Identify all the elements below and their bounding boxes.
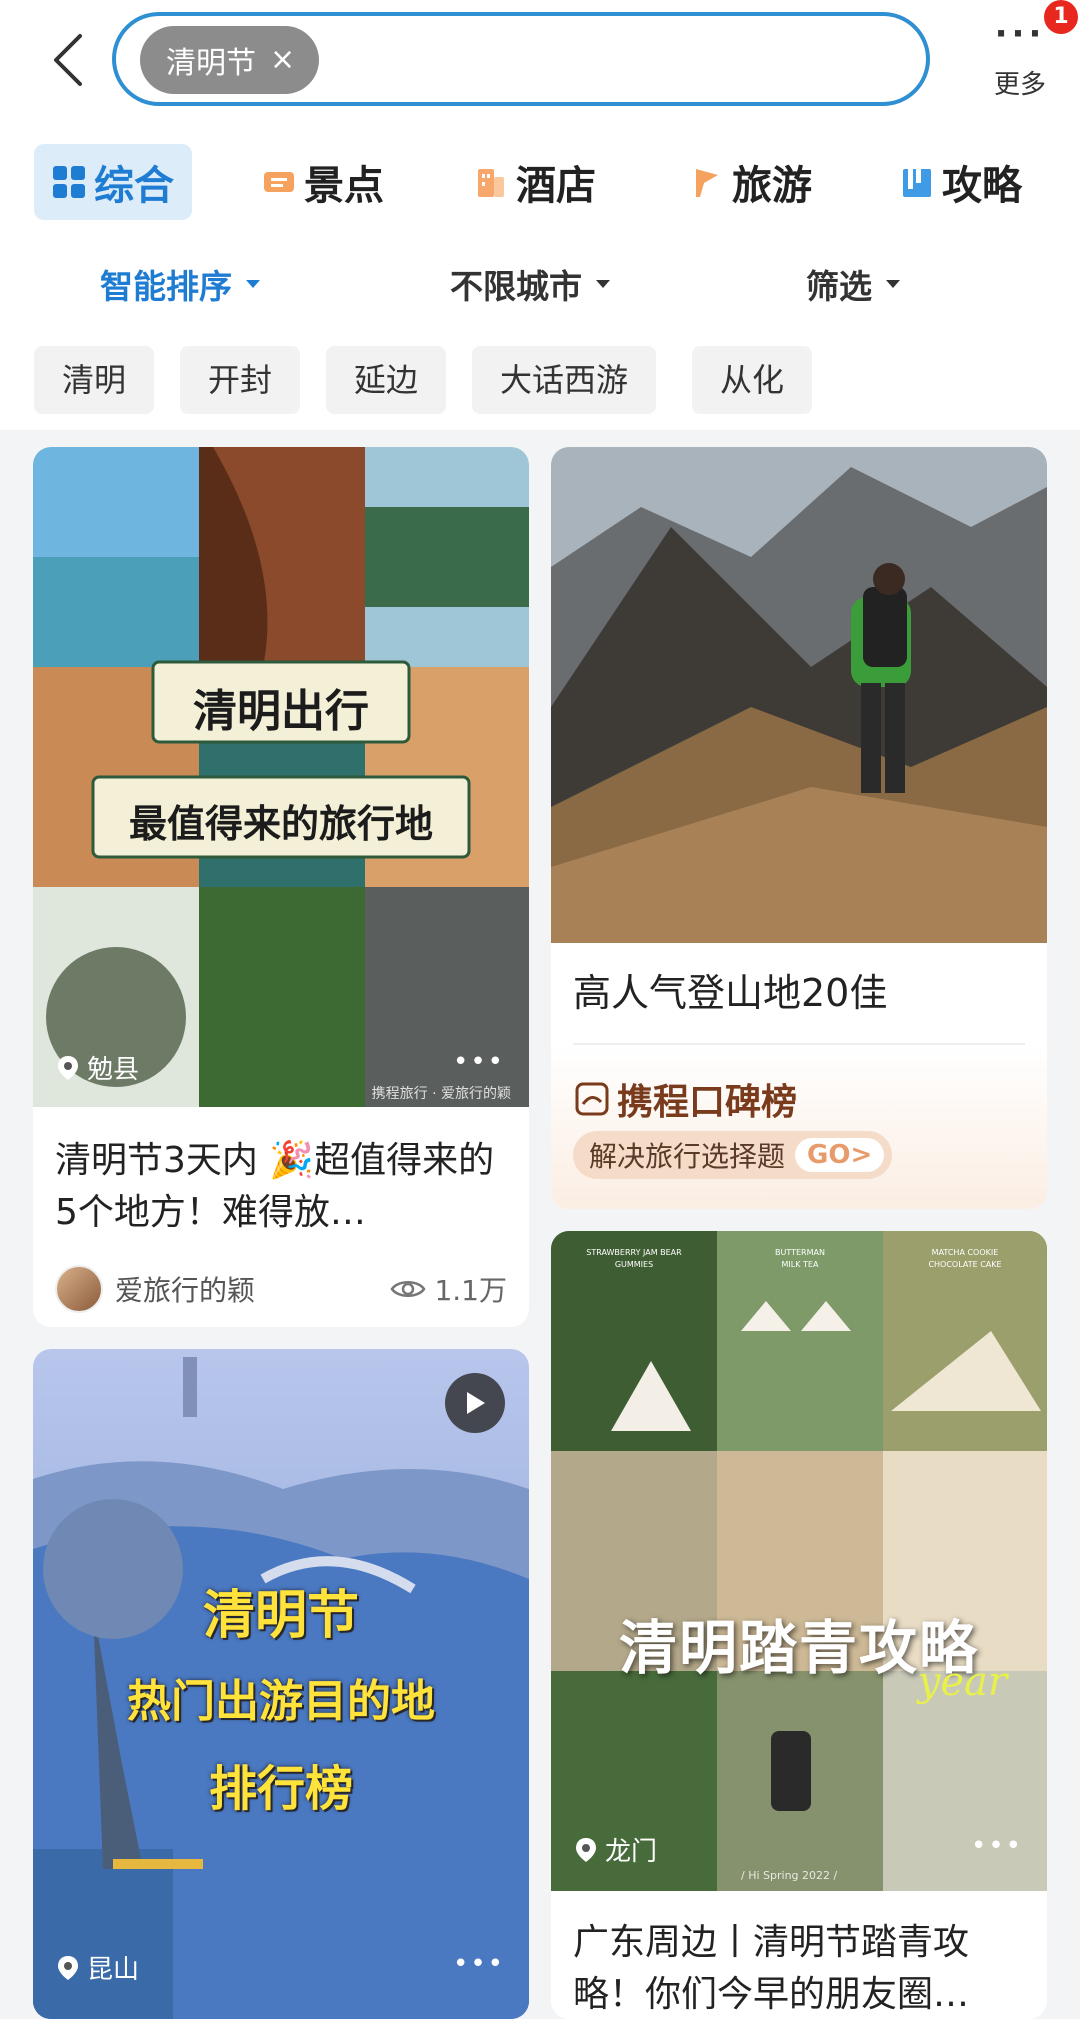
camping-collage-image bbox=[551, 1231, 1047, 1891]
watermark: 携程旅行 · 爱旅行的颖 bbox=[371, 1086, 511, 1102]
more-options-icon[interactable]: ••• bbox=[453, 1949, 505, 1979]
city-dropdown[interactable]: 不限城市 bbox=[450, 260, 610, 308]
sort-smart-dropdown[interactable]: 智能排序 bbox=[100, 260, 260, 308]
card-image: STRAWBERRY JAM BEAR GUMMIES BUTTERMAN MI… bbox=[551, 1231, 1047, 1891]
card-overlay-title: 清明节 bbox=[202, 1586, 359, 1646]
top-bar: 清明节 × ··· 更多 1 bbox=[0, 0, 1080, 128]
keyword-chip[interactable]: 从化 bbox=[692, 346, 813, 414]
tab-guides[interactable]: 攻略 bbox=[900, 144, 1022, 220]
location-tag: 龙门 bbox=[575, 1831, 657, 1868]
caret-down-icon bbox=[246, 280, 260, 288]
tab-label: 综合 bbox=[94, 163, 174, 209]
photo-caption: / Hi Spring 2022 / bbox=[741, 1869, 838, 1882]
card-title: 广东周边丨清明节踏青攻略！你们今早的朋友圈… bbox=[573, 1922, 970, 2015]
grid-icon bbox=[53, 166, 85, 198]
ticket-icon bbox=[264, 172, 294, 192]
author-name: 爱旅行的颖 bbox=[115, 1274, 256, 1307]
avatar bbox=[55, 1265, 103, 1313]
card-overlay-subtitle: 排行榜 bbox=[208, 1761, 353, 1817]
author[interactable]: 爱旅行的颖 bbox=[55, 1265, 255, 1313]
card-meta: 爱旅行的颖 1.1万 bbox=[55, 1265, 507, 1313]
tab-hotels[interactable]: 酒店 bbox=[474, 144, 596, 220]
location-tag: 昆山 bbox=[57, 1949, 139, 1986]
overlay-script: year bbox=[917, 1659, 1007, 1705]
close-icon[interactable]: × bbox=[270, 45, 295, 75]
card-overlay-title: 清明出行 bbox=[193, 686, 369, 737]
filter-dropdown[interactable]: 筛选 bbox=[806, 260, 900, 308]
more-options-icon[interactable]: ••• bbox=[453, 1047, 505, 1077]
view-count-label: 1.1万 bbox=[434, 1274, 507, 1307]
book-icon bbox=[903, 169, 931, 197]
sort-smart-label: 智能排序 bbox=[100, 267, 232, 306]
caret-down-icon bbox=[596, 280, 610, 288]
card-image: 清明节 热门出游目的地 排行榜 昆山 ••• bbox=[33, 1349, 529, 2019]
card-image: 清明出行 最值得来的旅行地 勉县 携程旅行 · 爱旅行的颖 ••• bbox=[33, 447, 529, 1107]
location-pin-icon bbox=[58, 1055, 78, 1080]
trip-logo-icon bbox=[575, 1082, 609, 1116]
card-title: 高人气登山地20佳 bbox=[573, 971, 888, 1015]
keyword-chips: 清明 开封 延边 大话西游 从化 bbox=[0, 330, 1080, 430]
tab-label: 景点 bbox=[304, 163, 384, 209]
filter-label: 筛选 bbox=[806, 267, 872, 306]
content-feed: 清明出行 最值得来的旅行地 勉县 携程旅行 · 爱旅行的颖 ••• 清明节3天内… bbox=[0, 430, 1080, 2019]
card-overlay-subtitle: 热门出游目的地 bbox=[127, 1676, 435, 1727]
tab-label: 酒店 bbox=[516, 163, 596, 209]
card-image bbox=[551, 447, 1047, 943]
tab-comprehensive[interactable]: 综合 bbox=[34, 144, 192, 220]
go-button[interactable]: GO> bbox=[795, 1138, 885, 1172]
photo-label: STRAWBERRY JAM BEAR GUMMIES bbox=[586, 1248, 682, 1269]
tab-label: 攻略 bbox=[942, 163, 1022, 209]
search-keyword-chip[interactable]: 清明节 × bbox=[140, 26, 320, 94]
more-options-icon[interactable]: ••• bbox=[971, 1831, 1023, 1861]
location-label: 勉县 bbox=[87, 1055, 140, 1085]
play-icon bbox=[467, 1392, 485, 1414]
play-button[interactable] bbox=[445, 1373, 505, 1433]
tab-label: 旅游 bbox=[732, 163, 812, 209]
caret-down-icon bbox=[886, 280, 900, 288]
notification-badge: 1 bbox=[1044, 0, 1078, 34]
view-count: 1.1万 bbox=[390, 1269, 507, 1309]
keyword-chip[interactable]: 延边 bbox=[326, 346, 447, 414]
ranking-banner[interactable]: 携程口碑榜 解决旅行选择题 GO> bbox=[551, 1045, 1047, 1209]
feed-card[interactable]: 高人气登山地20佳 携程口碑榜 解决旅行选择题 GO> bbox=[551, 447, 1047, 1209]
location-label: 龙门 bbox=[605, 1837, 658, 1867]
location-pin-icon bbox=[576, 1837, 596, 1862]
mountain-hiker-image bbox=[551, 447, 1047, 943]
feed-card[interactable]: 清明出行 最值得来的旅行地 勉县 携程旅行 · 爱旅行的颖 ••• 清明节3天内… bbox=[33, 447, 529, 1327]
location-tag: 勉县 bbox=[57, 1049, 139, 1086]
more-label: 更多 bbox=[993, 70, 1046, 100]
category-tabs: 综合 景点 酒店 旅游 攻略 bbox=[0, 128, 1080, 238]
flag-icon bbox=[696, 169, 718, 197]
photo-label: MATCHA COOKIE CHOCOLATE CAKE bbox=[928, 1248, 1002, 1269]
keyword-chip[interactable]: 大话西游 bbox=[472, 346, 657, 414]
keyword-chip[interactable]: 清明 bbox=[34, 346, 155, 414]
photo-label: BUTTERMAN MILK TEA bbox=[775, 1248, 825, 1269]
keyword-chip[interactable]: 开封 bbox=[180, 346, 301, 414]
brand-label: 携程口碑榜 bbox=[617, 1082, 798, 1123]
chevron-left-icon bbox=[54, 34, 82, 86]
tab-travel[interactable]: 旅游 bbox=[690, 144, 812, 220]
feed-card[interactable]: STRAWBERRY JAM BEAR GUMMIES BUTTERMAN MI… bbox=[551, 1231, 1047, 2019]
card-title: 清明节3天内 🎉超值得来的5个地方！难得放… bbox=[55, 1140, 495, 1233]
brand-line: 携程口碑榜 bbox=[575, 1073, 797, 1125]
location-pin-icon bbox=[58, 1955, 78, 1980]
search-chip-label: 清明节 bbox=[166, 46, 256, 81]
collage-image bbox=[33, 447, 529, 1107]
tab-attractions[interactable]: 景点 bbox=[262, 144, 384, 220]
back-button[interactable] bbox=[40, 28, 96, 92]
city-label: 不限城市 bbox=[450, 267, 582, 306]
card-overlay-subtitle: 最值得来的旅行地 bbox=[128, 802, 433, 846]
eye-icon bbox=[390, 1281, 426, 1297]
search-input[interactable]: 清明节 × bbox=[112, 12, 930, 106]
cta-pill[interactable]: 解决旅行选择题 GO> bbox=[573, 1131, 893, 1179]
feed-card[interactable]: 清明节 热门出游目的地 排行榜 昆山 ••• bbox=[33, 1349, 529, 2019]
hotel-icon bbox=[478, 169, 504, 197]
location-label: 昆山 bbox=[87, 1955, 140, 1985]
cta-label: 解决旅行选择题 bbox=[589, 1140, 786, 1173]
sort-bar: 智能排序 不限城市 筛选 bbox=[0, 238, 1080, 330]
